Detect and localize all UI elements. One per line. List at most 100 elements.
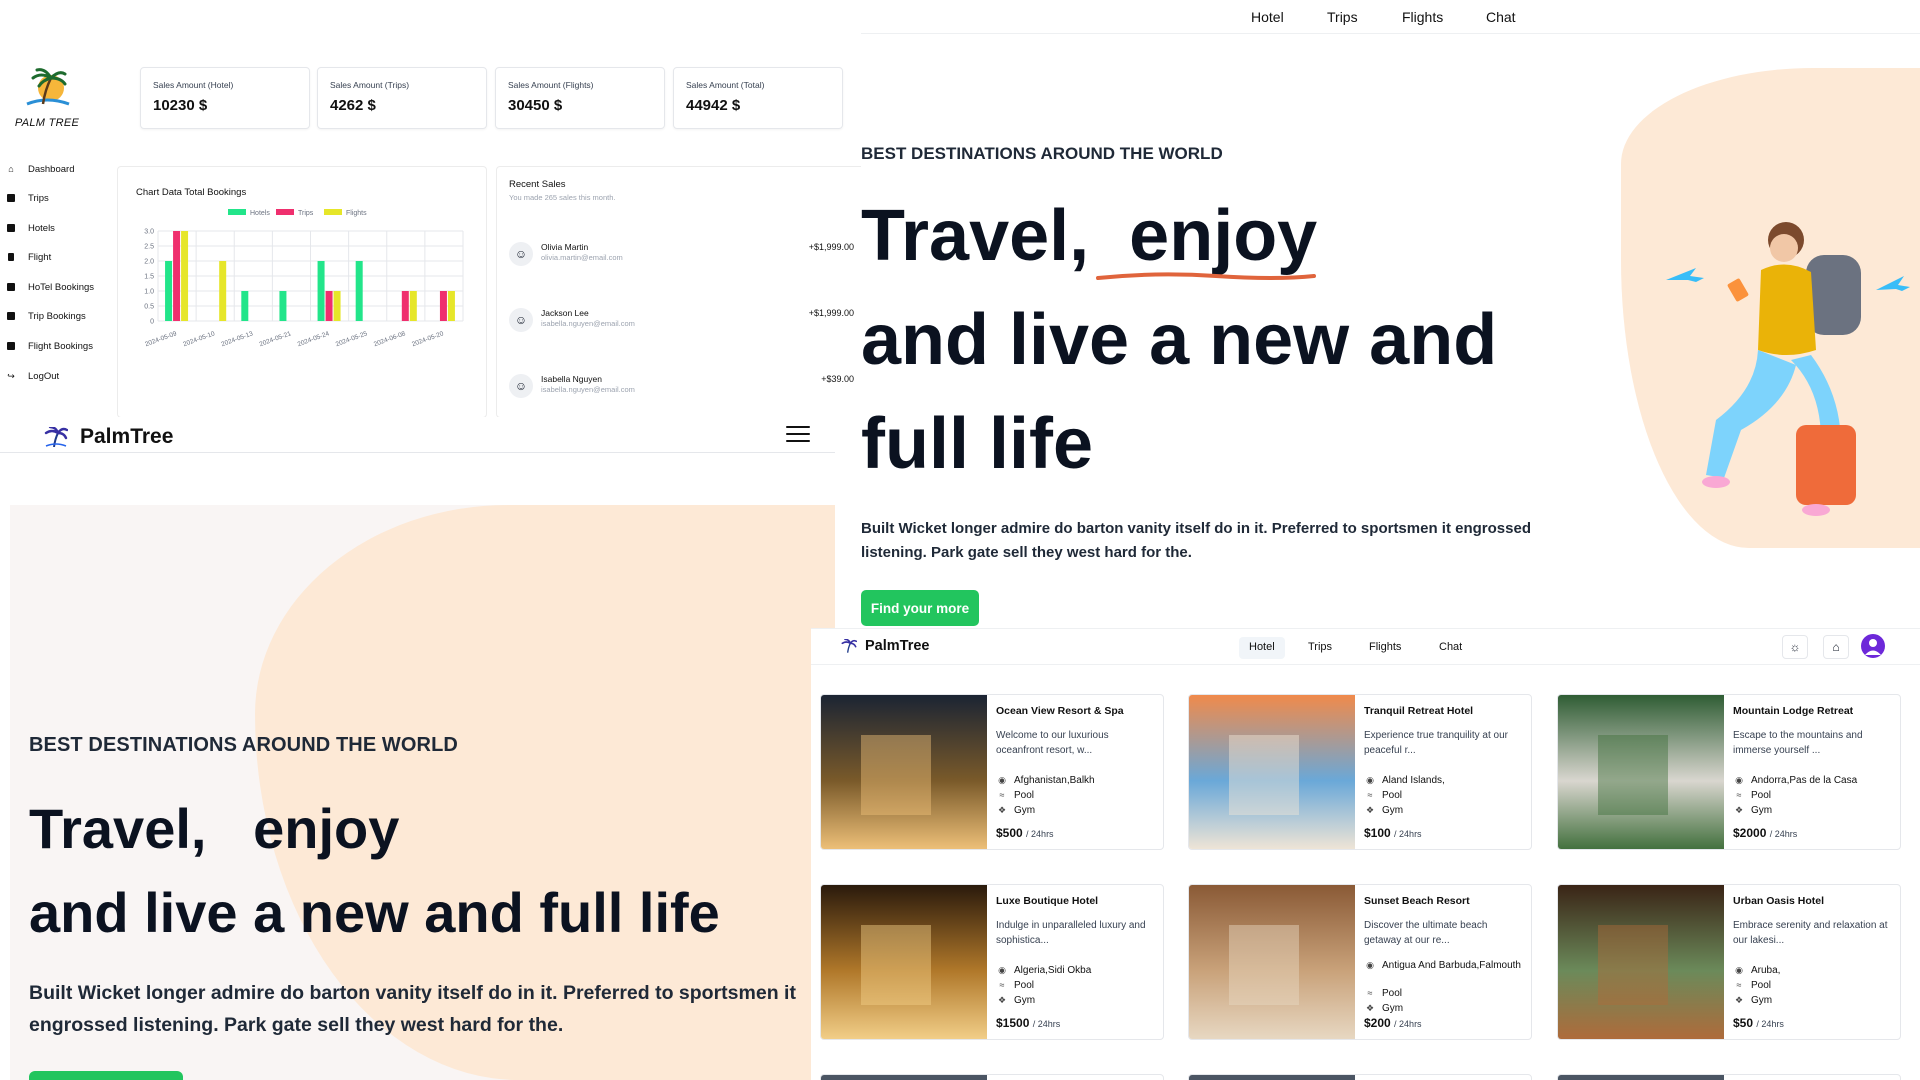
feature-label: Pool <box>1014 980 1035 991</box>
dumbbell-icon: ❖ <box>1734 805 1744 815</box>
stat-label: Sales Amount (Hotel) <box>153 80 234 90</box>
bar-flights <box>447 291 455 321</box>
brush-underline <box>1096 272 1316 280</box>
hotel-photo <box>821 695 987 849</box>
sidebar-item-hotel-bookings[interactable]: HoTel Bookings <box>6 279 94 295</box>
sidebar-item-dashboard[interactable]: ⌂ Dashboard <box>6 161 74 177</box>
hotel-card[interactable]: Luxe Boutique Hotel Indulge in unparallel… <box>820 884 1164 1040</box>
legend-swatch <box>276 209 294 215</box>
hotel-card[interactable] <box>1188 1074 1532 1080</box>
hotel-feature-gym: ❖ Gym <box>1733 995 1772 1006</box>
price-value: $200 <box>1364 1016 1391 1030</box>
bookings-chart-card: Chart Data Total Bookings Hotels Trips Fli… <box>117 166 487 417</box>
bar-flights <box>333 291 341 321</box>
bar-flights <box>181 231 189 321</box>
dumbbell-icon: ❖ <box>997 805 1007 815</box>
sidebar-item-trips[interactable]: Trips <box>6 190 49 206</box>
sidebar-item-label: LogOut <box>28 370 60 382</box>
tab-trips[interactable]: Trips <box>1298 637 1342 659</box>
hotel-card[interactable]: Sunset Beach Resort Discover the ultimate… <box>1188 884 1532 1040</box>
hotel-card[interactable]: Urban Oasis Hotel Embrace serenity and re… <box>1557 884 1901 1040</box>
feature-label: Pool <box>1382 988 1403 999</box>
hotel-description: Discover the ultimate beach getaway at o… <box>1364 920 1488 946</box>
nav-trips[interactable]: Trips <box>1327 9 1358 25</box>
brand[interactable]: PalmTree <box>44 425 173 449</box>
tab-hotel[interactable]: Hotel <box>1239 637 1285 659</box>
sidebar-item-flight[interactable]: Flight <box>6 249 51 265</box>
tab-chat[interactable]: Chat <box>1429 637 1472 659</box>
sale-amount: +$39.00 <box>821 374 854 384</box>
feature-label: Gym <box>1014 995 1036 1006</box>
hotel-description: Escape to the mountains and immerse your… <box>1733 730 1863 756</box>
find-more-button[interactable]: Find your more <box>861 590 979 626</box>
nav-flights[interactable]: Flights <box>1402 9 1443 25</box>
feature-label: Gym <box>1382 1003 1404 1014</box>
location-pin-icon: ◉ <box>1366 775 1374 785</box>
logo-text: PALM TREE <box>14 117 80 129</box>
nav-chat[interactable]: Chat <box>1486 9 1516 25</box>
hotel-price: $200 / 24hrs <box>1364 1016 1422 1030</box>
hotel-feature-pool: ≈ Pool <box>996 980 1035 991</box>
sidebar-item-label: HoTel Bookings <box>28 281 95 293</box>
pool-icon: ≈ <box>999 790 1005 800</box>
mobile-hero-view: PalmTree BEST DESTINATIONS AROUND THE WO… <box>0 417 835 1080</box>
home-icon[interactable]: ⌂ <box>1823 635 1849 659</box>
sale-name: Olivia Martin <box>541 242 589 252</box>
hotel-location: ◉ Antigua And Barbuda,Falmouth <box>1364 960 1524 971</box>
hotel-card[interactable] <box>820 1074 1164 1080</box>
sale-name: Jackson Lee <box>541 308 589 318</box>
price-value: $2000 <box>1733 826 1767 840</box>
location-pin-icon: ◉ <box>998 775 1006 785</box>
desktop-hero-view: Hotel Trips Flights Chat BEST DESTINATIO… <box>861 0 1920 628</box>
y-tick-label: 1.5 <box>144 274 154 281</box>
bar-trips <box>439 291 447 321</box>
hotel-card[interactable] <box>1557 1074 1901 1080</box>
feature-label: Gym <box>1751 995 1773 1006</box>
booking-icon <box>6 311 16 321</box>
hotel-card[interactable]: Mountain Lodge Retreat Escape to the moun… <box>1557 694 1901 850</box>
hotel-feature-gym: ❖ Gym <box>996 995 1035 1006</box>
hotel-price: $50 / 24hrs <box>1733 1016 1784 1030</box>
sale-email: isabella.nguyen@email.com <box>541 319 635 328</box>
mobile-navbar: PalmTree <box>0 417 835 453</box>
hamburger-menu-icon[interactable] <box>786 426 810 444</box>
sidebar-item-flight-bookings[interactable]: Flight Bookings <box>6 338 93 354</box>
legend-label: Flights <box>346 210 367 217</box>
booking-icon <box>6 282 16 292</box>
sidebar-item-label: Flight Bookings <box>28 340 93 352</box>
hotel-description: Experience true tranquility at our peace… <box>1364 730 1508 756</box>
palm-tree-logo[interactable]: PALM TREE <box>12 66 82 129</box>
hotel-feature-gym: ❖ Gym <box>1733 805 1772 816</box>
stat-value: 4262 $ <box>330 97 376 114</box>
tab-flights[interactable]: Flights <box>1359 637 1411 659</box>
hotel-name: Urban Oasis Hotel <box>1733 895 1825 907</box>
hotel-location: ◉ Aland Islands, <box>1364 775 1524 786</box>
user-avatar[interactable] <box>1861 634 1885 658</box>
headline-line-3: full life <box>861 404 1093 484</box>
sidebar-item-logout[interactable]: ↪ LogOut <box>6 368 59 384</box>
sun-icon[interactable]: ☼ <box>1782 635 1808 659</box>
brand[interactable]: PalmTree <box>841 638 930 654</box>
sidebar-item-label: Flight <box>28 251 52 263</box>
hotel-feature-pool: ≈ Pool <box>1364 988 1403 999</box>
palm-logo-icon <box>44 427 68 447</box>
sidebar-item-trip-bookings[interactable]: Trip Bookings <box>6 308 86 324</box>
stat-label: Sales Amount (Trips) <box>330 80 410 90</box>
x-tick-label: 2024-05-20 <box>411 330 445 348</box>
hotel-card[interactable]: Ocean View Resort & Spa Welcome to our lu… <box>820 694 1164 850</box>
hotel-photo <box>1558 695 1724 849</box>
nav-hotel[interactable]: Hotel <box>1251 9 1284 25</box>
pool-icon: ≈ <box>1736 790 1742 800</box>
sidebar-item-hotels[interactable]: Hotels <box>6 220 55 236</box>
y-tick-label: 0.5 <box>144 304 154 311</box>
legend-swatch <box>228 209 246 215</box>
hotel-card[interactable]: Tranquil Retreat Hotel Experience true tr… <box>1188 694 1532 850</box>
find-more-button[interactable] <box>29 1071 183 1080</box>
bar-hotels <box>317 261 325 321</box>
sale-amount: +$1,999.00 <box>808 308 854 318</box>
hotel-location: ◉ Afghanistan,Balkh <box>996 775 1156 786</box>
hotel-description: Indulge in unparalleled luxury and sophi… <box>996 920 1146 946</box>
stat-label: Sales Amount (Flights) <box>508 80 594 90</box>
headline-line-2: and live a new and <box>861 300 1498 380</box>
feature-label: Pool <box>1382 790 1403 801</box>
